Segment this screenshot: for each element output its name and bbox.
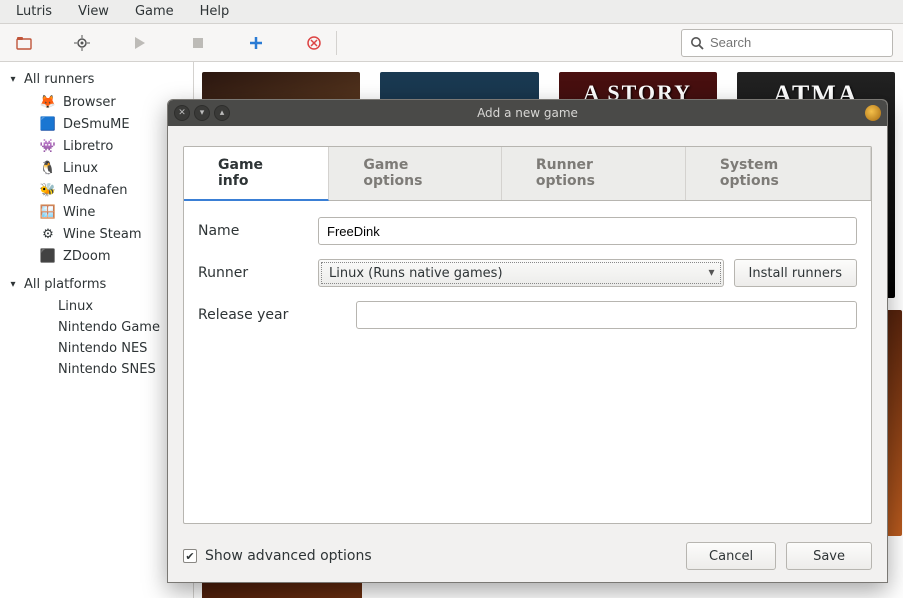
search-input[interactable] [710,35,886,50]
window-minimize-button[interactable]: ▾ [194,105,210,121]
zdoom-icon: ⬛ [40,248,56,264]
sidebar-item-label: Mednafen [63,183,128,198]
sidebar-item-label: DeSmuME [63,117,130,132]
sidebar-item-label: Linux [58,299,93,314]
sidebar-item-label: Browser [63,95,116,110]
stop-icon [192,37,204,49]
add-game-dialog: ✕ ▾ ▴ Add a new game Game info Game opti… [167,99,888,583]
firefox-icon: 🦊 [40,94,56,110]
search-icon [690,36,704,50]
sidebar-runner-browser[interactable]: 🦊 Browser [0,91,193,113]
plus-icon [249,36,263,50]
toolbar-add-folder-button[interactable] [10,29,38,57]
runner-select[interactable]: Linux (Runs native games) [318,259,724,287]
sidebar-item-label: Libretro [63,139,113,154]
sidebar-runner-libretro[interactable]: 👾 Libretro [0,135,193,157]
toolbar [0,24,903,62]
steam-icon: ⚙ [40,226,56,242]
sidebar-runner-mednafen[interactable]: 🐝 Mednafen [0,179,193,201]
chevron-down-icon: ▾ [8,74,18,85]
mednafen-icon: 🐝 [40,182,56,198]
maximize-icon: ▴ [220,108,225,118]
sidebar-runner-desmume[interactable]: 🟦 DeSmuME [0,113,193,135]
menu-lutris[interactable]: Lutris [4,1,64,22]
menu-view[interactable]: View [66,1,121,22]
sidebar-platform-snes[interactable]: Nintendo SNES [0,359,193,380]
sidebar-item-label: Wine Steam [63,227,142,242]
menubar: Lutris View Game Help [0,0,903,24]
tab-system-options[interactable]: System options [686,147,871,200]
advanced-options-label: Show advanced options [205,548,372,564]
sidebar-platform-linux[interactable]: Linux [0,296,193,317]
close-icon: ✕ [178,108,186,118]
menu-help[interactable]: Help [188,1,242,22]
sidebar-item-label: Nintendo SNES [58,362,156,377]
sidebar-runners-header[interactable]: ▾ All runners [0,68,193,91]
sidebar-item-label: Nintendo NES [58,341,147,356]
toolbar-stop-button[interactable] [184,29,212,57]
toolbar-remove-button[interactable] [300,29,328,57]
runners-header-label: All runners [24,72,94,87]
remove-icon [307,36,321,50]
toolbar-separator [336,31,337,55]
folder-icon [16,35,32,51]
tux-icon: 🐧 [40,160,56,176]
chevron-down-icon: ▾ [8,279,18,290]
menu-game[interactable]: Game [123,1,186,22]
dialog-titlebar: ✕ ▾ ▴ Add a new game [168,100,887,126]
dialog-footer: ✔ Show advanced options Cancel Save [168,532,887,582]
release-year-label: Release year [198,307,306,323]
search-field[interactable] [681,29,893,57]
sidebar-platform-nes[interactable]: Nintendo NES [0,338,193,359]
cancel-button[interactable]: Cancel [686,542,776,570]
app-icon [865,105,881,121]
desmume-icon: 🟦 [40,116,56,132]
gear-icon [74,35,90,51]
sidebar-platform-nintendo-game[interactable]: Nintendo Game [0,317,193,338]
name-input[interactable] [318,217,857,245]
tab-game-info-content: Name Runner Linux (Runs native games) In… [184,201,871,523]
sidebar-runner-linux[interactable]: 🐧 Linux [0,157,193,179]
sidebar: ▾ All runners 🦊 Browser 🟦 DeSmuME 👾 Libretr… [0,62,194,598]
dialog-title: Add a new game [168,106,887,120]
wine-icon: 🪟 [40,204,56,220]
advanced-options-checkbox[interactable]: ✔ Show advanced options [183,548,372,564]
install-runners-button[interactable]: Install runners [734,259,857,287]
toolbar-play-button[interactable] [126,29,154,57]
sidebar-item-label: Nintendo Game [58,320,160,335]
dialog-tabs: Game info Game options Runner options Sy… [184,147,871,201]
sidebar-runner-wine[interactable]: 🪟 Wine [0,201,193,223]
sidebar-runner-zdoom[interactable]: ⬛ ZDoom [0,245,193,267]
runner-label: Runner [198,265,306,281]
window-maximize-button[interactable]: ▴ [214,105,230,121]
window-close-button[interactable]: ✕ [174,105,190,121]
name-label: Name [198,223,306,239]
tab-game-options[interactable]: Game options [329,147,502,200]
tab-runner-options[interactable]: Runner options [502,147,686,200]
tab-game-info[interactable]: Game info [184,147,329,201]
play-icon [134,36,146,50]
release-year-input[interactable] [356,301,857,329]
sidebar-item-label: Wine [63,205,95,220]
toolbar-settings-button[interactable] [68,29,96,57]
dialog-notebook: Game info Game options Runner options Sy… [183,146,872,524]
sidebar-item-label: ZDoom [63,249,111,264]
save-button[interactable]: Save [786,542,872,570]
minimize-icon: ▾ [200,108,205,118]
sidebar-runner-winesteam[interactable]: ⚙ Wine Steam [0,223,193,245]
toolbar-plus-button[interactable] [242,29,270,57]
checkbox-icon: ✔ [183,549,197,563]
sidebar-platforms-header[interactable]: ▾ All platforms [0,273,193,296]
runner-select-value: Linux (Runs native games) [329,266,503,281]
sidebar-item-label: Linux [63,161,98,176]
platforms-header-label: All platforms [24,277,106,292]
libretro-icon: 👾 [40,138,56,154]
